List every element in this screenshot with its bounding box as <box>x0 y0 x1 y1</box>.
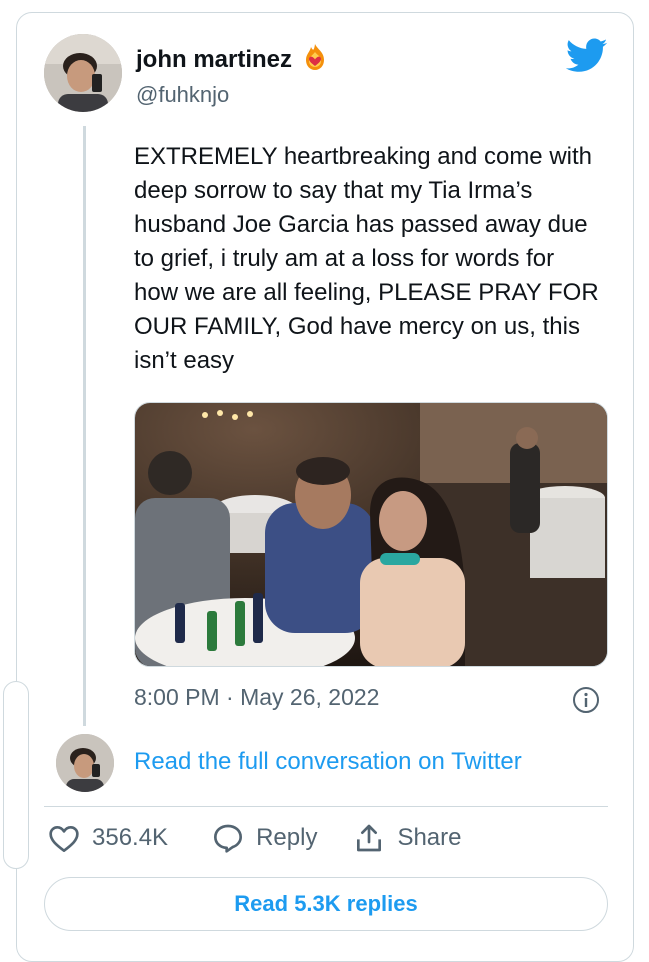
share-icon <box>353 822 385 854</box>
reply-label: Reply <box>256 824 318 851</box>
like-button[interactable]: 356.4K <box>48 823 168 853</box>
user-avatar[interactable] <box>44 34 122 112</box>
tweet-photo[interactable] <box>134 402 608 667</box>
read-replies-button[interactable]: Read 5.3K replies <box>44 877 608 931</box>
thread-line <box>83 126 86 726</box>
tweet-text: EXTREMELY heartbreaking and come with de… <box>134 143 599 374</box>
display-name[interactable]: john martinez <box>136 46 292 74</box>
info-icon[interactable] <box>572 686 600 714</box>
divider <box>44 806 608 807</box>
heart-icon <box>48 823 80 853</box>
action-bar: 356.4K Reply Share <box>44 822 461 854</box>
share-button[interactable]: Share <box>353 822 461 854</box>
reply-button[interactable]: Reply <box>212 823 317 853</box>
like-count: 356.4K <box>92 824 169 851</box>
share-label: Share <box>397 824 462 851</box>
tweet-timestamp[interactable]: 8:00 PM · May 26, 2022 <box>134 684 379 711</box>
twitter-bird-icon[interactable] <box>565 38 608 74</box>
read-conversation-link[interactable]: Read the full conversation on Twitter <box>134 748 522 776</box>
reply-bubble-icon <box>212 823 244 853</box>
fire-heart-emoji-icon <box>300 42 330 77</box>
background-card-edge <box>3 681 29 869</box>
user-handle[interactable]: @fuhknjo <box>136 82 229 108</box>
small-avatar[interactable] <box>56 734 114 792</box>
name-row: john martinez <box>136 42 330 77</box>
